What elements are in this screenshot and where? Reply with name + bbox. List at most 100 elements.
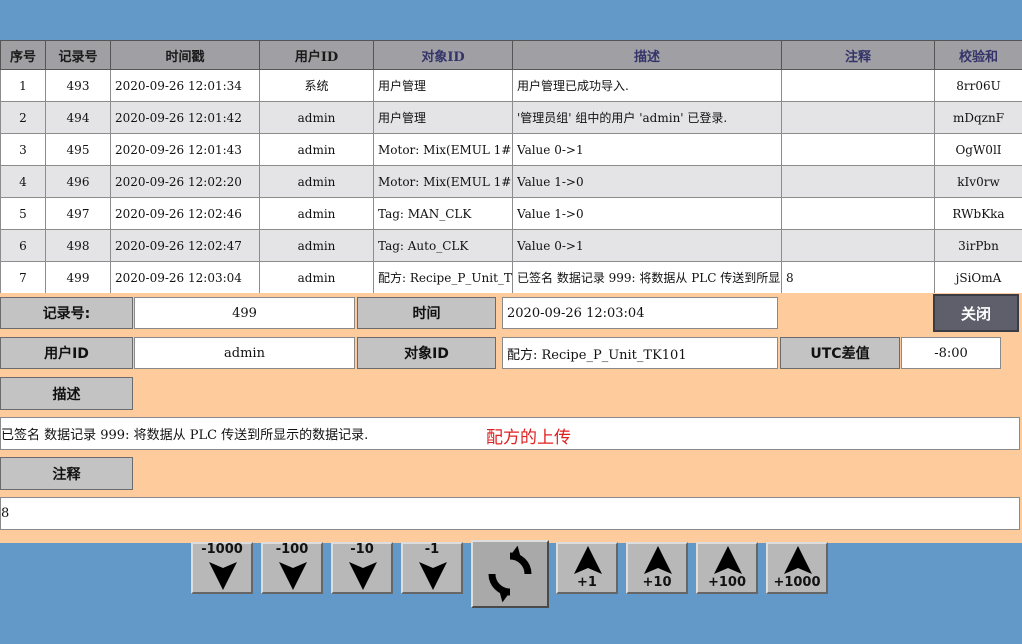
cell-timestamp: 2020-09-26 12:02:47 [110,229,260,262]
user-id-label: 用户ID [0,337,133,369]
cell-timestamp: 2020-09-26 12:02:46 [110,197,260,230]
record-no-field[interactable]: 499 [134,297,355,329]
table-row[interactable]: 4 496 2020-09-26 12:02:20 admin Motor: Mix(E… [0,165,1022,198]
cell-object-id: 配方: Recipe_P_Unit_TK101 [373,261,513,294]
cell-object-id: Motor: Mix(EMUL 1#) [373,165,513,198]
cell-description: Value 0->1 [512,229,782,262]
cell-index: 4 [0,165,46,198]
step-minus-1-label: -1 [424,542,440,557]
cell-index: 5 [0,197,46,230]
header-object-id[interactable]: 对象ID [373,40,513,70]
arrow-down-icon [419,562,447,590]
cell-timestamp: 2020-09-26 12:03:04 [110,261,260,294]
step-plus-100-button[interactable]: +100 [696,542,758,594]
step-plus-1000-button[interactable]: +1000 [766,542,828,594]
cell-record-no: 495 [45,133,111,166]
table-row[interactable]: 2 494 2020-09-26 12:01:42 admin 用户管理 '管理员组' 组… [0,101,1022,134]
cell-user-id: admin [259,261,374,294]
cell-object-id: Tag: Auto_CLK [373,229,513,262]
cell-user-id: 系统 [259,69,374,102]
comment-label: 注释 [0,457,133,490]
refresh-icon [488,545,532,603]
arrow-down-icon [279,562,307,590]
cell-comment [781,165,935,198]
cell-timestamp: 2020-09-26 12:02:20 [110,165,260,198]
step-minus-10-label: -10 [350,542,374,557]
cell-comment [781,133,935,166]
cell-user-id: admin [259,229,374,262]
cell-checksum: mDqznF [934,101,1022,134]
cell-comment [781,69,935,102]
step-minus-1000-button[interactable]: -1000 [191,542,253,594]
cell-object-id: 用户管理 [373,101,513,134]
header-description[interactable]: 描述 [512,40,782,70]
step-minus-100-label: -100 [275,542,309,557]
cell-description: '管理员组' 组中的用户 'admin' 已登录. [512,101,782,134]
table-row[interactable]: 3 495 2020-09-26 12:01:43 admin Motor: Mix(E… [0,133,1022,166]
header-user-id[interactable]: 用户ID [259,40,374,70]
refresh-button[interactable] [471,540,549,608]
cell-description: 已签名 数据记录 999: 将数据从 PLC 传送到所显示的数据记录. [512,261,782,294]
table-row[interactable]: 6 498 2020-09-26 12:02:47 admin Tag: Auto_CL… [0,229,1022,262]
close-button[interactable]: 关闭 [933,294,1019,332]
step-plus-1-button[interactable]: +1 [556,542,618,594]
cell-comment [781,229,935,262]
cell-checksum: OgW0lI [934,133,1022,166]
table-row[interactable]: 7 499 2020-09-26 12:03:04 admin 配方: Recipe_P… [0,261,1022,294]
step-minus-100-button[interactable]: -100 [261,542,323,594]
cell-record-no: 499 [45,261,111,294]
cell-checksum: 8rr06U [934,69,1022,102]
cell-checksum: jSiOmA [934,261,1022,294]
step-plus-100-label: +100 [707,575,747,590]
header-record-no[interactable]: 记录号 [45,40,111,70]
cell-object-id: 用户管理 [373,69,513,102]
step-minus-10-button[interactable]: -10 [331,542,393,594]
cell-description: 用户管理已成功导入. [512,69,782,102]
step-plus-10-button[interactable]: +10 [626,542,688,594]
cell-index: 3 [0,133,46,166]
description-label: 描述 [0,377,133,410]
cell-description: Value 0->1 [512,133,782,166]
header-checksum[interactable]: 校验和 [934,40,1022,70]
cell-comment [781,197,935,230]
cell-user-id: admin [259,165,374,198]
object-id-field[interactable]: 配方: Recipe_P_Unit_TK101 [502,337,778,369]
cell-comment [781,101,935,134]
utc-offset-field[interactable]: -8:00 [901,337,1001,369]
header-index[interactable]: 序号 [0,40,46,70]
arrow-up-icon [574,546,602,574]
table-header-row: 序号 记录号 时间戳 用户ID 对象ID 描述 注释 校验和 [0,40,1022,70]
audit-trail-table: 序号 记录号 时间戳 用户ID 对象ID 描述 注释 校验和 1 493 2020-… [0,40,1022,294]
header-comment[interactable]: 注释 [781,40,935,70]
cell-index: 7 [0,261,46,294]
cell-checksum: 3irPbn [934,229,1022,262]
cell-record-no: 494 [45,101,111,134]
cell-comment: 8 [781,261,935,294]
time-field[interactable]: 2020-09-26 12:03:04 [502,297,778,329]
cell-index: 6 [0,229,46,262]
cell-record-no: 493 [45,69,111,102]
comment-field[interactable]: 8 [0,497,1020,530]
detail-panel: 记录号: 499 时间 2020-09-26 12:03:04 关闭 用户ID … [0,293,1022,543]
table-body: 1 493 2020-09-26 12:01:34 系统 用户管理 用户管理已成功导入. 8… [0,69,1022,294]
arrow-up-icon [714,546,742,574]
cell-user-id: admin [259,197,374,230]
record-no-label: 记录号: [0,297,133,329]
arrow-down-icon [349,562,377,590]
cell-checksum: kIv0rw [934,165,1022,198]
cell-record-no: 498 [45,229,111,262]
description-annotation: 配方的上传 [486,428,571,448]
cell-timestamp: 2020-09-26 12:01:43 [110,133,260,166]
cell-description: Value 1->0 [512,165,782,198]
object-id-label: 对象ID [357,337,496,369]
step-minus-1-button[interactable]: -1 [401,542,463,594]
arrow-up-icon [784,546,812,574]
table-row[interactable]: 1 493 2020-09-26 12:01:34 系统 用户管理 用户管理已成功导入. 8… [0,69,1022,102]
time-label: 时间 [357,297,496,329]
step-plus-1000-label: +1000 [773,575,821,590]
arrow-up-icon [644,546,672,574]
step-minus-1000-label: -1000 [201,542,243,557]
header-timestamp[interactable]: 时间戳 [110,40,260,70]
user-id-field[interactable]: admin [134,337,355,369]
table-row[interactable]: 5 497 2020-09-26 12:02:46 admin Tag: MAN_CLK… [0,197,1022,230]
